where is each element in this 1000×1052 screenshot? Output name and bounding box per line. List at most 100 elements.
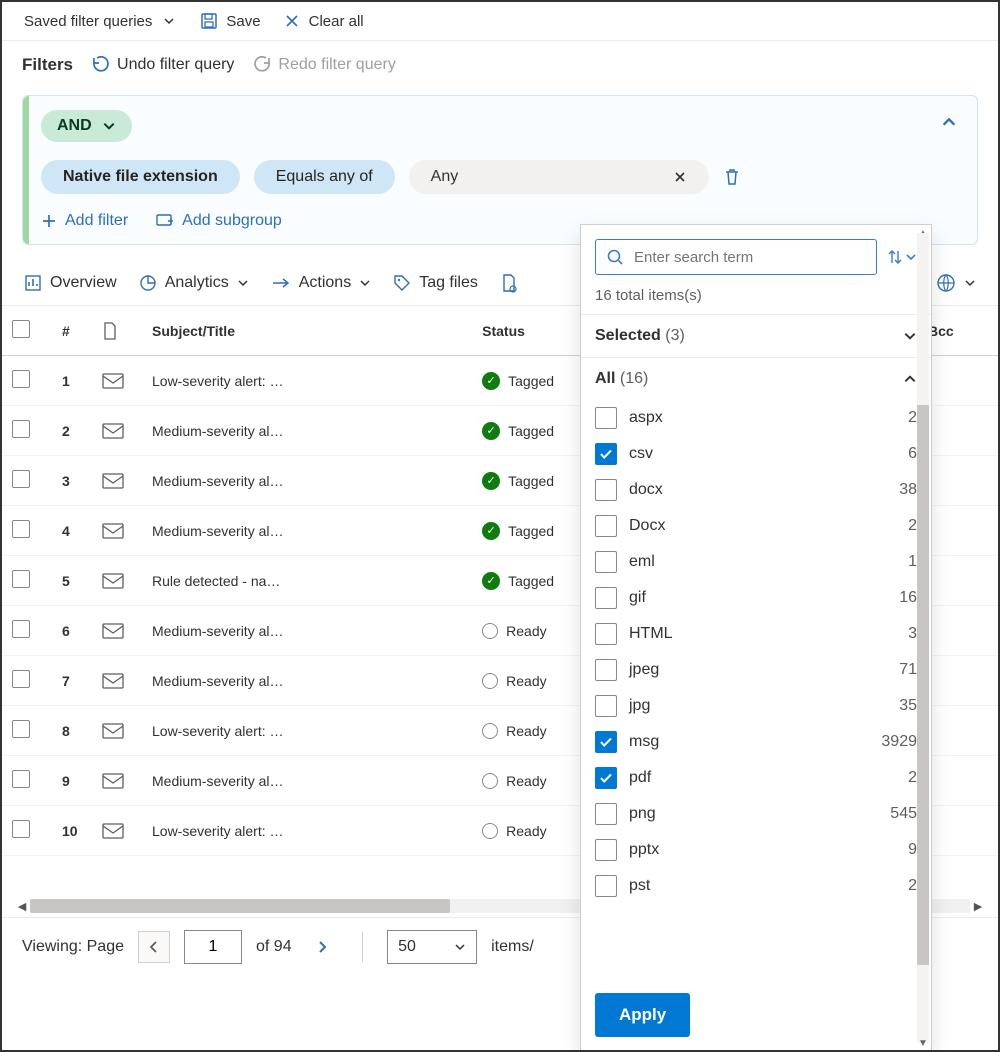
clear-value-icon[interactable] — [673, 170, 687, 184]
next-page-button[interactable] — [306, 931, 338, 963]
dropdown-item[interactable]: pptx 9 — [595, 832, 917, 868]
tag-icon — [393, 274, 411, 292]
item-checkbox[interactable] — [595, 659, 617, 681]
item-checkbox[interactable] — [595, 623, 617, 645]
page-size-value: 50 — [398, 938, 416, 956]
clear-all-label: Clear all — [309, 13, 364, 30]
row-checkbox[interactable] — [12, 770, 30, 788]
dropdown-item[interactable]: docx 38 — [595, 472, 917, 508]
sort-button[interactable] — [887, 248, 917, 266]
field-pill[interactable]: Native file extension — [41, 160, 240, 194]
overview-button[interactable]: Overview — [24, 274, 117, 292]
dropdown-item[interactable]: jpeg 71 — [595, 652, 917, 688]
field-label: Native file extension — [63, 168, 218, 185]
row-checkbox[interactable] — [12, 420, 30, 438]
row-num: 10 — [52, 806, 92, 856]
all-section-toggle[interactable]: All (16) — [581, 358, 931, 400]
mail-icon — [92, 406, 142, 456]
and-operator-pill[interactable]: AND — [41, 110, 132, 142]
dropdown-item[interactable]: aspx 2 — [595, 400, 917, 436]
dropdown-item[interactable]: jpg 35 — [595, 688, 917, 724]
row-subject: Rule detected - na… — [142, 556, 472, 606]
chevron-down-icon — [964, 277, 976, 289]
scroll-left-arrow[interactable]: ◄ — [14, 898, 30, 914]
dropdown-item[interactable]: pst 2 — [595, 868, 917, 904]
item-checkbox[interactable] — [595, 551, 617, 573]
item-checkbox[interactable] — [595, 767, 617, 789]
item-checkbox[interactable] — [595, 587, 617, 609]
chevron-down-icon — [237, 277, 249, 289]
scroll-thumb[interactable] — [30, 899, 450, 913]
add-subgroup-button[interactable]: Add subgroup — [156, 212, 282, 230]
scroll-right-arrow[interactable]: ► — [970, 898, 986, 914]
row-checkbox[interactable] — [12, 620, 30, 638]
value-pill[interactable]: Any — [409, 160, 709, 194]
dd-scroll-thumb[interactable] — [917, 405, 929, 965]
dropdown-item[interactable]: eml 1 — [595, 544, 917, 580]
item-count: 1 — [908, 553, 917, 571]
row-checkbox[interactable] — [12, 820, 30, 838]
item-checkbox[interactable] — [595, 695, 617, 717]
undo-filter-button[interactable]: Undo filter query — [91, 55, 234, 75]
row-checkbox[interactable] — [12, 470, 30, 488]
tag-files-button[interactable]: Tag files — [393, 274, 478, 292]
filters-title: Filters — [22, 55, 73, 75]
dropdown-item[interactable]: png 545 — [595, 796, 917, 832]
dropdown-item[interactable]: HTML 3 — [595, 616, 917, 652]
actions-dropdown[interactable]: Actions — [271, 274, 371, 292]
dropdown-item[interactable]: csv 6 — [595, 436, 917, 472]
row-checkbox[interactable] — [12, 720, 30, 738]
dropdown-item[interactable]: gif 16 — [595, 580, 917, 616]
mail-icon — [92, 456, 142, 506]
row-subject: Low-severity alert: … — [142, 806, 472, 856]
item-label: msg — [629, 733, 659, 751]
item-checkbox[interactable] — [595, 875, 617, 897]
viewing-label: Viewing: Page — [22, 938, 124, 956]
scroll-down-arrow[interactable]: ▼ — [917, 1037, 929, 1049]
undo-label: Undo filter query — [117, 56, 234, 74]
search-input-wrap[interactable] — [595, 239, 877, 275]
operator-pill[interactable]: Equals any of — [254, 160, 395, 194]
subgroup-icon — [156, 213, 174, 229]
saved-filter-queries-dropdown[interactable]: Saved filter queries — [24, 12, 178, 30]
item-checkbox[interactable] — [595, 803, 617, 825]
item-checkbox[interactable] — [595, 407, 617, 429]
item-label: aspx — [629, 409, 663, 427]
globe-dropdown[interactable] — [936, 273, 976, 293]
dropdown-item[interactable]: pdf 2 — [595, 760, 917, 796]
collapse-group-button[interactable] — [941, 114, 957, 130]
col-type-icon[interactable] — [92, 306, 142, 356]
prev-page-button[interactable] — [138, 931, 170, 963]
chevron-down-icon — [903, 329, 917, 343]
save-button[interactable]: Save — [200, 12, 260, 30]
undo-icon — [91, 55, 111, 75]
item-checkbox[interactable] — [595, 479, 617, 501]
dropdown-item[interactable]: Docx 2 — [595, 508, 917, 544]
col-num[interactable]: # — [52, 306, 92, 356]
row-checkbox[interactable] — [12, 670, 30, 688]
row-checkbox[interactable] — [12, 370, 30, 388]
item-checkbox[interactable] — [595, 515, 617, 537]
page-size-select[interactable]: 50 — [387, 930, 477, 964]
analytics-dropdown[interactable]: Analytics — [139, 274, 249, 292]
row-checkbox[interactable] — [12, 570, 30, 588]
dropdown-item[interactable]: msg 3929 — [595, 724, 917, 760]
search-input[interactable] — [632, 248, 866, 267]
apply-button[interactable]: Apply — [595, 993, 690, 1037]
page-input[interactable] — [184, 930, 242, 964]
chevron-down-icon — [905, 251, 917, 263]
clear-all-button[interactable]: Clear all — [283, 12, 364, 30]
selected-section-toggle[interactable]: Selected (3) — [581, 315, 931, 358]
more-tool-button[interactable] — [500, 273, 518, 293]
select-all-checkbox[interactable] — [12, 320, 30, 338]
row-num: 4 — [52, 506, 92, 556]
item-label: jpeg — [629, 661, 659, 679]
row-checkbox[interactable] — [12, 520, 30, 538]
item-checkbox[interactable] — [595, 731, 617, 753]
col-subject[interactable]: Subject/Title — [142, 306, 472, 356]
analytics-icon — [139, 274, 157, 292]
item-checkbox[interactable] — [595, 443, 617, 465]
item-checkbox[interactable] — [595, 839, 617, 861]
add-filter-button[interactable]: Add filter — [41, 212, 128, 230]
delete-condition-button[interactable] — [723, 167, 741, 187]
